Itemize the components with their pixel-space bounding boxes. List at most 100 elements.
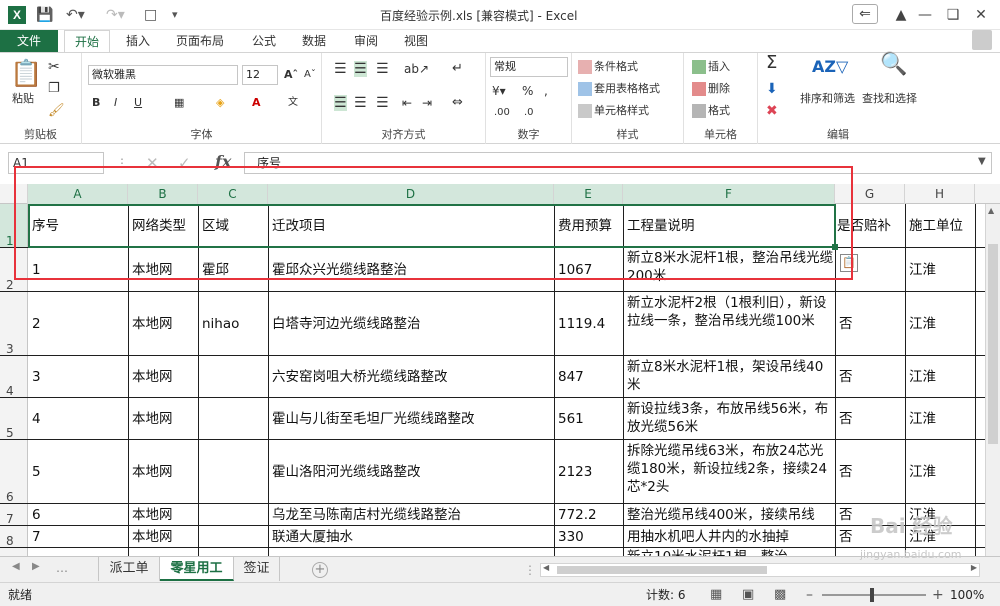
cell-d8[interactable]: 联通大厦抽水 — [268, 526, 554, 548]
format-painter-icon[interactable]: 🖌 — [48, 103, 65, 119]
bottom-align-icon[interactable]: ☰ — [376, 61, 389, 77]
phonetic-icon[interactable]: 文 — [288, 95, 298, 111]
middle-align-icon[interactable]: ☰ — [354, 61, 367, 77]
row-header[interactable]: 4 — [0, 356, 28, 398]
align-right-icon[interactable]: ☰ — [376, 95, 389, 111]
row-header[interactable]: 6 — [0, 440, 28, 504]
cell-d4[interactable]: 六安窑岗咀大桥光缆线路整改 — [268, 356, 554, 398]
cell-f5[interactable]: 新设拉线3条，布放吊线56米，布放光缆56米 — [623, 398, 835, 439]
insert-cells-button[interactable]: 插入 — [692, 59, 730, 75]
cell-c8[interactable] — [198, 526, 268, 548]
merge-center-icon[interactable]: ⇔ — [452, 95, 463, 111]
sheet-tab-paigongdan[interactable]: 派工单 — [98, 557, 160, 581]
underline-icon[interactable]: U — [134, 95, 142, 111]
copy-icon[interactable]: ❐ — [48, 81, 60, 97]
tab-data[interactable]: 数据 — [302, 30, 326, 52]
scroll-left-icon[interactable]: ◀ — [543, 563, 549, 572]
indent-decrease-icon[interactable]: ⇤ — [402, 95, 412, 111]
minimize-icon[interactable]: — — [912, 4, 938, 26]
prev-sheet-icon[interactable]: ◀ — [12, 561, 20, 572]
cell-a3[interactable]: 2 — [28, 292, 128, 356]
cell-e5[interactable]: 561 — [554, 398, 623, 440]
paste-button[interactable]: 粘贴 — [12, 91, 34, 107]
decrease-font-icon[interactable]: Aˇ — [304, 67, 316, 83]
cell-b8[interactable]: 本地网 — [128, 526, 198, 548]
conditional-format-button[interactable]: 条件格式 — [578, 59, 638, 75]
cell-d6[interactable]: 霍山洛阳河光缆线路整改 — [268, 440, 554, 504]
percent-icon[interactable]: % — [522, 83, 533, 99]
row-header[interactable]: 9 — [0, 548, 28, 556]
cell-e8[interactable]: 330 — [554, 526, 623, 548]
cell-f7[interactable]: 整治光缆吊线400米，接续吊线 — [623, 504, 835, 526]
cell-f3[interactable]: 新立水泥杆2根（1根利旧），新设拉线一条，整治吊线光缆100米 — [623, 292, 835, 355]
cell-c4[interactable] — [198, 356, 268, 398]
indent-increase-icon[interactable]: ⇥ — [422, 95, 432, 111]
cell-h1[interactable]: 施工单位 — [905, 204, 975, 248]
wrap-text-icon[interactable]: ↵ — [452, 61, 463, 77]
cell-a4[interactable]: 3 — [28, 356, 128, 398]
cell-g5[interactable]: 否 — [835, 398, 905, 440]
cell-d3[interactable]: 白塔寺河边光缆线路整治 — [268, 292, 554, 356]
decrease-decimal-icon[interactable]: .0 — [524, 105, 534, 121]
increase-font-icon[interactable]: Aˆ — [284, 67, 298, 83]
add-sheet-icon[interactable]: + — [312, 562, 328, 578]
cell-f6[interactable]: 拆除光缆吊线63米，布放24芯光缆180米，新设拉线2条，接续24芯*2头 — [623, 440, 835, 503]
bold-icon[interactable]: B — [92, 95, 100, 111]
cell-c5[interactable] — [198, 398, 268, 440]
cell-h6[interactable]: 江淮 — [905, 440, 975, 504]
page-break-view-icon[interactable]: ▩ — [774, 583, 786, 606]
cell-g6[interactable]: 否 — [835, 440, 905, 504]
format-cells-button[interactable]: 格式 — [692, 103, 730, 119]
print-preview-icon[interactable]: □ — [144, 5, 157, 25]
clear-icon[interactable]: ✖ — [766, 103, 778, 119]
row-header[interactable]: 7 — [0, 504, 28, 526]
tab-view[interactable]: 视图 — [404, 30, 428, 52]
delete-cells-button[interactable]: 删除 — [692, 81, 730, 97]
tab-home[interactable]: 开始 — [64, 30, 110, 52]
cell-h3[interactable]: 江淮 — [905, 292, 975, 356]
find-select-icon[interactable]: 🔍 — [880, 54, 907, 76]
tab-file[interactable]: 文件 — [0, 30, 58, 52]
more-sheets-icon[interactable]: … — [56, 561, 68, 575]
currency-icon[interactable]: ¥▾ — [492, 83, 506, 99]
font-size-select[interactable]: 12 — [242, 65, 278, 85]
sort-filter-button[interactable]: 排序和筛选 — [800, 91, 855, 107]
cell-a5[interactable]: 4 — [28, 398, 128, 440]
cell-e6[interactable]: 2123 — [554, 440, 623, 504]
tab-review[interactable]: 审阅 — [354, 30, 378, 52]
cell-f9[interactable]: 新立10米水泥杆1根，整治 — [623, 548, 835, 556]
sheet-tab-lingxingyonggong[interactable]: 零星用工 — [160, 557, 234, 581]
undo-icon[interactable]: ↶▾ — [66, 5, 85, 25]
cell-style-button[interactable]: 单元格样式 — [578, 103, 649, 119]
sort-filter-icon[interactable]: AZ▽ — [812, 59, 848, 75]
fill-color-icon[interactable]: ◈ — [216, 95, 224, 111]
cell-g4[interactable]: 否 — [835, 356, 905, 398]
vertical-scrollbar[interactable]: ▲ — [985, 204, 1000, 556]
cell-b5[interactable]: 本地网 — [128, 398, 198, 440]
tab-page-layout[interactable]: 页面布局 — [176, 30, 224, 52]
cell-b6[interactable]: 本地网 — [128, 440, 198, 504]
cell-e7[interactable]: 772.2 — [554, 504, 623, 526]
cell-h5[interactable]: 江淮 — [905, 398, 975, 440]
tab-insert[interactable]: 插入 — [126, 30, 150, 52]
font-color-icon[interactable]: A — [252, 95, 261, 111]
increase-decimal-icon[interactable]: .00 — [494, 105, 510, 121]
border-icon[interactable]: ▦ — [174, 95, 184, 111]
expand-formula-icon[interactable]: ▼ — [978, 156, 986, 167]
page-layout-view-icon[interactable]: ▣ — [742, 583, 754, 606]
scroll-right-icon[interactable]: ▶ — [971, 563, 977, 572]
zoom-level[interactable]: 100% — [950, 583, 984, 606]
help-icon[interactable]: ⇐ — [852, 4, 878, 24]
font-name-select[interactable]: 微软雅黑 — [88, 65, 238, 85]
zoom-slider-thumb[interactable] — [870, 588, 874, 602]
cell-c7[interactable] — [198, 504, 268, 526]
cell-g3[interactable]: 否 — [835, 292, 905, 356]
comma-icon[interactable]: , — [544, 83, 548, 99]
cell-f4[interactable]: 新立8米水泥杆1根，架设吊线40米 — [623, 356, 835, 397]
paste-icon[interactable]: 📋 — [10, 59, 42, 89]
table-format-button[interactable]: 套用表格格式 — [578, 81, 660, 97]
vertical-scroll-thumb[interactable] — [988, 244, 998, 444]
user-avatar[interactable] — [972, 30, 992, 50]
next-sheet-icon[interactable]: ▶ — [32, 561, 40, 572]
cell-c6[interactable] — [198, 440, 268, 504]
